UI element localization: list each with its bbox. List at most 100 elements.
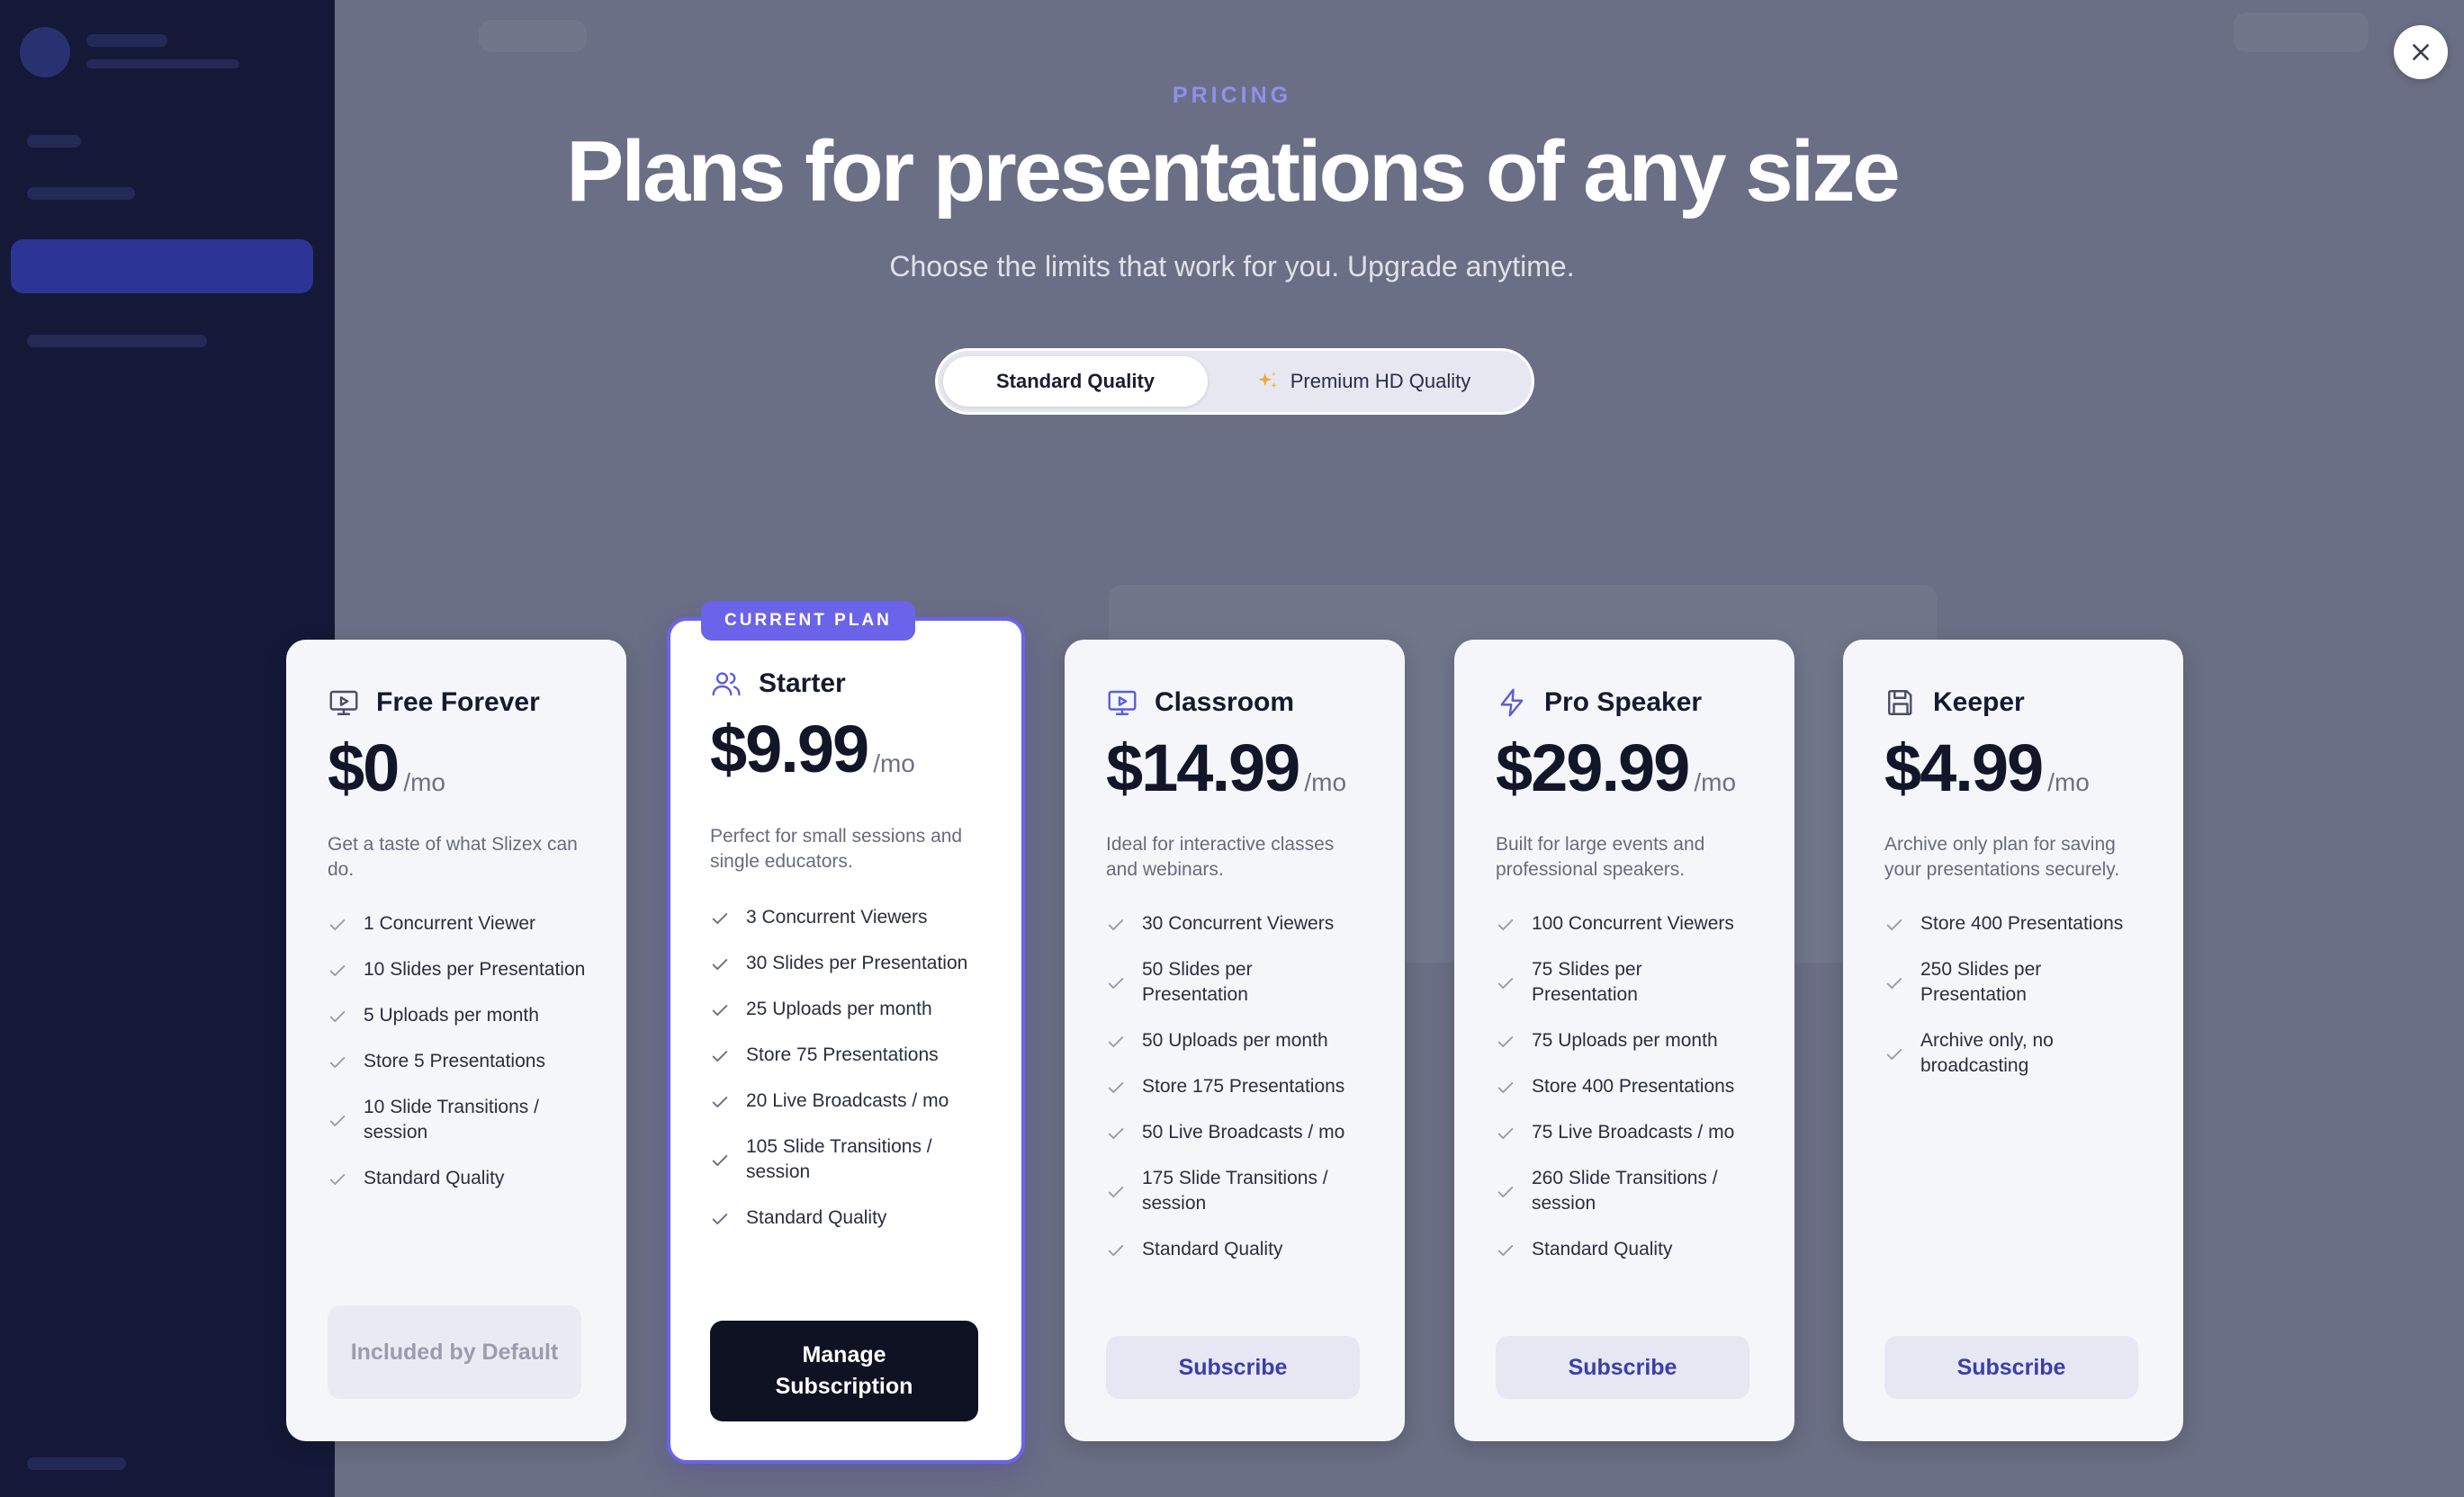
feature-item: Store 400 Presentations xyxy=(1884,911,2136,937)
check-icon xyxy=(712,1005,728,1016)
premium-hd-quality-label: Premium HD Quality xyxy=(1290,370,1471,392)
plan-card-free-forever: Free Forever $0 /mo Get a taste of what … xyxy=(286,640,626,1441)
feature-item: 30 Concurrent Viewers xyxy=(1106,911,1358,937)
plan-price: $4.99 /mo xyxy=(1884,730,2090,806)
page-title: Plans for presentations of any size xyxy=(566,123,1900,220)
plan-name: Free Forever xyxy=(376,687,540,717)
feature-text: 50 Slides per Presentation xyxy=(1142,959,1253,1005)
feature-text: Store 400 Presentations xyxy=(1920,913,2124,934)
feature-list: 30 Concurrent Viewers 50 Slides per Pres… xyxy=(1106,911,1358,1283)
feature-item: 1 Concurrent Viewer xyxy=(328,911,598,937)
check-icon xyxy=(712,1155,728,1166)
plan-header: Pro Speaker xyxy=(1496,686,1702,719)
plan-price: $29.99 /mo xyxy=(1496,730,1736,806)
subscribe-button[interactable]: Subscribe xyxy=(1884,1336,2138,1399)
included-by-default-button[interactable]: Included by Default xyxy=(328,1305,581,1399)
plan-header: Classroom xyxy=(1106,686,1294,719)
check-icon xyxy=(1497,919,1514,930)
feature-text: 5 Uploads per month xyxy=(364,1005,539,1026)
background-logo xyxy=(20,27,70,77)
check-icon xyxy=(712,1214,728,1224)
price-period: /mo xyxy=(403,768,445,796)
background-sidebar xyxy=(0,0,335,1497)
feature-text: 105 Slide Transitions / session xyxy=(746,1136,932,1182)
current-plan-badge: CURRENT PLAN xyxy=(701,601,915,641)
feature-item: 50 Live Broadcasts / mo xyxy=(1106,1120,1358,1145)
check-icon xyxy=(1108,1245,1124,1256)
subscribe-button[interactable]: Subscribe xyxy=(1106,1336,1360,1399)
feature-text: 1 Concurrent Viewer xyxy=(364,913,536,934)
close-button[interactable] xyxy=(2394,25,2448,79)
feature-item: 250 Slides per Presentation xyxy=(1884,957,2136,1008)
background-text xyxy=(27,1457,126,1470)
feature-item: 5 Uploads per month xyxy=(328,1003,598,1028)
feature-item: 25 Uploads per month xyxy=(710,997,980,1022)
feature-text: Store 400 Presentations xyxy=(1532,1076,1735,1097)
check-icon xyxy=(329,1057,346,1068)
feature-text: 75 Live Broadcasts / mo xyxy=(1532,1122,1735,1143)
check-icon xyxy=(1497,1187,1514,1197)
plan-description: Ideal for interactive classes and webina… xyxy=(1106,834,1335,880)
feature-text: 30 Slides per Presentation xyxy=(746,953,968,973)
feature-text: 260 Slide Transitions / session xyxy=(1532,1168,1718,1214)
presentation-icon xyxy=(1108,690,1137,715)
background-control xyxy=(2234,13,2369,52)
feature-text: 3 Concurrent Viewers xyxy=(746,907,928,928)
subscribe-button[interactable]: Subscribe xyxy=(1496,1336,1749,1399)
feature-text: 50 Live Broadcasts / mo xyxy=(1142,1122,1345,1143)
price-amount: $14.99 xyxy=(1106,731,1300,805)
price-period: /mo xyxy=(2047,768,2090,796)
price-amount: $0 xyxy=(328,731,400,805)
feature-item: 50 Slides per Presentation xyxy=(1106,957,1358,1008)
feature-item: Store 400 Presentations xyxy=(1496,1074,1748,1099)
check-icon xyxy=(1886,919,1902,930)
price-period: /mo xyxy=(1694,768,1737,796)
background-text xyxy=(86,34,167,47)
feature-text: 30 Concurrent Viewers xyxy=(1142,913,1335,934)
check-icon xyxy=(329,919,346,930)
check-icon xyxy=(1108,1128,1124,1139)
feature-text: 75 Slides per Presentation xyxy=(1532,959,1642,1005)
background-text xyxy=(86,59,239,68)
check-icon xyxy=(712,959,728,970)
feature-text: 100 Concurrent Viewers xyxy=(1532,913,1734,934)
plan-name: Starter xyxy=(759,668,846,698)
plan-card-keeper: Keeper $4.99 /mo Archive only plan for s… xyxy=(1843,640,2183,1441)
feature-item: 50 Uploads per month xyxy=(1106,1028,1358,1053)
feature-item: Store 175 Presentations xyxy=(1106,1074,1358,1099)
check-icon xyxy=(1108,978,1124,989)
feature-text: 250 Slides per Presentation xyxy=(1920,959,2042,1005)
feature-item: Standard Quality xyxy=(328,1166,598,1191)
feature-item: 3 Concurrent Viewers xyxy=(710,905,980,930)
feature-item: Store 5 Presentations xyxy=(328,1049,598,1074)
plan-header: Keeper xyxy=(1884,686,2025,719)
check-icon xyxy=(1886,1049,1902,1060)
feature-text: Store 175 Presentations xyxy=(1142,1076,1345,1097)
plan-price: $0 /mo xyxy=(328,730,445,806)
plan-header: Free Forever xyxy=(328,686,540,719)
page-subtitle: Choose the limits that work for you. Upg… xyxy=(889,250,1575,282)
feature-list: 100 Concurrent Viewers 75 Slides per Pre… xyxy=(1496,911,1748,1283)
feature-item: Standard Quality xyxy=(1496,1237,1748,1262)
feature-item: 260 Slide Transitions / session xyxy=(1496,1166,1748,1216)
plan-description: Built for large events and professional … xyxy=(1496,834,1705,880)
close-icon xyxy=(2413,44,2429,60)
check-icon xyxy=(1497,1036,1514,1047)
check-icon xyxy=(1497,1082,1514,1093)
check-icon xyxy=(712,1051,728,1062)
feature-item: Store 75 Presentations xyxy=(710,1043,980,1068)
sparkle-icon xyxy=(1257,372,1277,389)
check-icon xyxy=(329,1174,346,1185)
manage-subscription-button[interactable]: Manage Subscription xyxy=(710,1321,978,1421)
check-icon xyxy=(712,913,728,924)
plan-name: Classroom xyxy=(1155,687,1295,717)
premium-hd-quality-option[interactable]: Premium HD Quality xyxy=(1208,356,1519,407)
check-icon xyxy=(1108,919,1124,930)
feature-item: 20 Live Broadcasts / mo xyxy=(710,1089,980,1114)
presentation-icon xyxy=(329,690,358,715)
plan-description: Archive only plan for saving your presen… xyxy=(1884,834,2120,880)
feature-text: 10 Slide Transitions / session xyxy=(364,1097,539,1143)
feature-item: 75 Uploads per month xyxy=(1496,1028,1748,1053)
users-icon xyxy=(712,672,741,696)
standard-quality-option[interactable]: Standard Quality xyxy=(943,356,1208,407)
